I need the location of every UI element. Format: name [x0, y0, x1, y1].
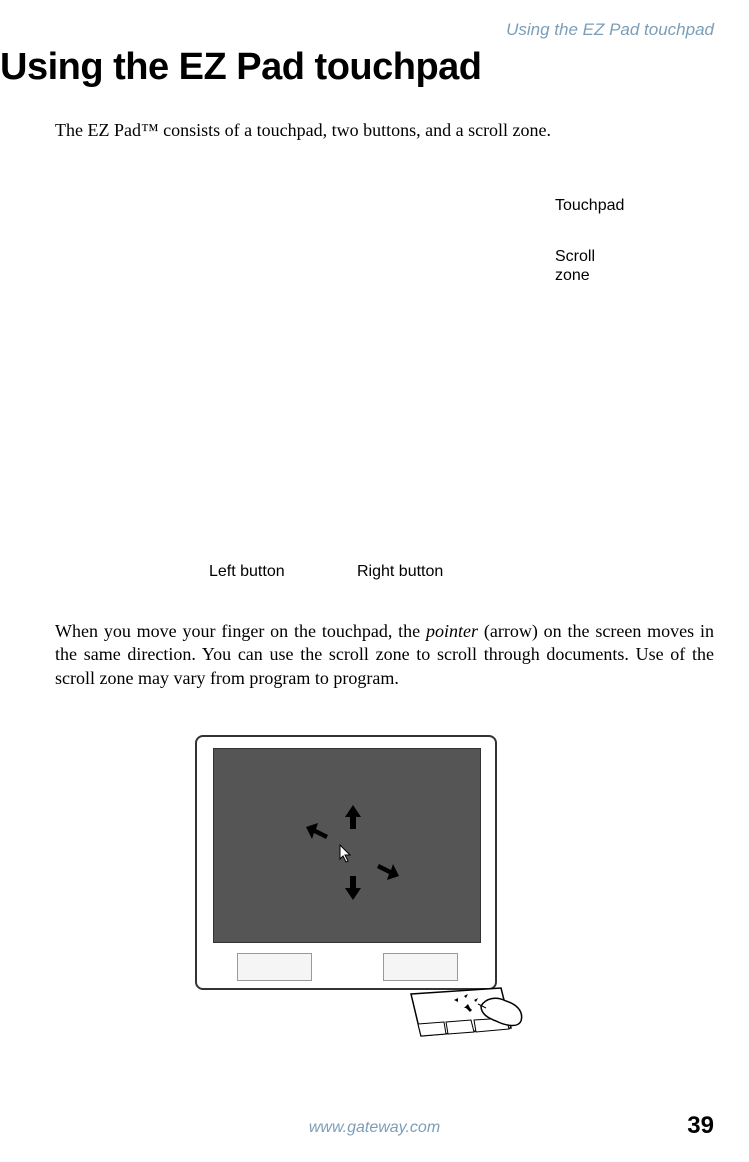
body-part1: When you move your finger on the touchpa…: [55, 621, 426, 641]
cursor-icon: [339, 844, 353, 864]
label-touchpad: Touchpad: [555, 197, 624, 215]
laptop-diagram: [195, 735, 545, 1055]
body-paragraph: When you move your finger on the touchpa…: [55, 620, 714, 690]
page-heading: Using the EZ Pad touchpad: [0, 46, 482, 89]
laptop-base-right: [383, 953, 458, 981]
arrow-down-icon: [339, 867, 367, 902]
touchpad-hand-icon: [406, 986, 526, 1048]
label-scroll-line2: zone: [555, 267, 590, 284]
page-number: 39: [687, 1112, 714, 1140]
label-right-button: Right button: [357, 563, 443, 581]
label-scroll-zone: Scroll zone: [555, 247, 595, 285]
laptop-screen: [213, 748, 481, 943]
label-scroll-line1: Scroll: [555, 248, 595, 265]
arrow-downright-icon: [369, 854, 401, 882]
body-italic-pointer: pointer: [426, 621, 478, 641]
laptop-base-left: [237, 953, 312, 981]
footer-url: www.gateway.com: [0, 1119, 749, 1137]
arrow-upleft-icon: [304, 821, 336, 849]
label-left-button: Left button: [209, 563, 285, 581]
intro-paragraph: The EZ Pad™ consists of a touchpad, two …: [55, 119, 714, 142]
header-section-title: Using the EZ Pad touchpad: [506, 20, 714, 40]
arrow-up-icon: [339, 803, 367, 838]
laptop-frame: [195, 735, 497, 990]
